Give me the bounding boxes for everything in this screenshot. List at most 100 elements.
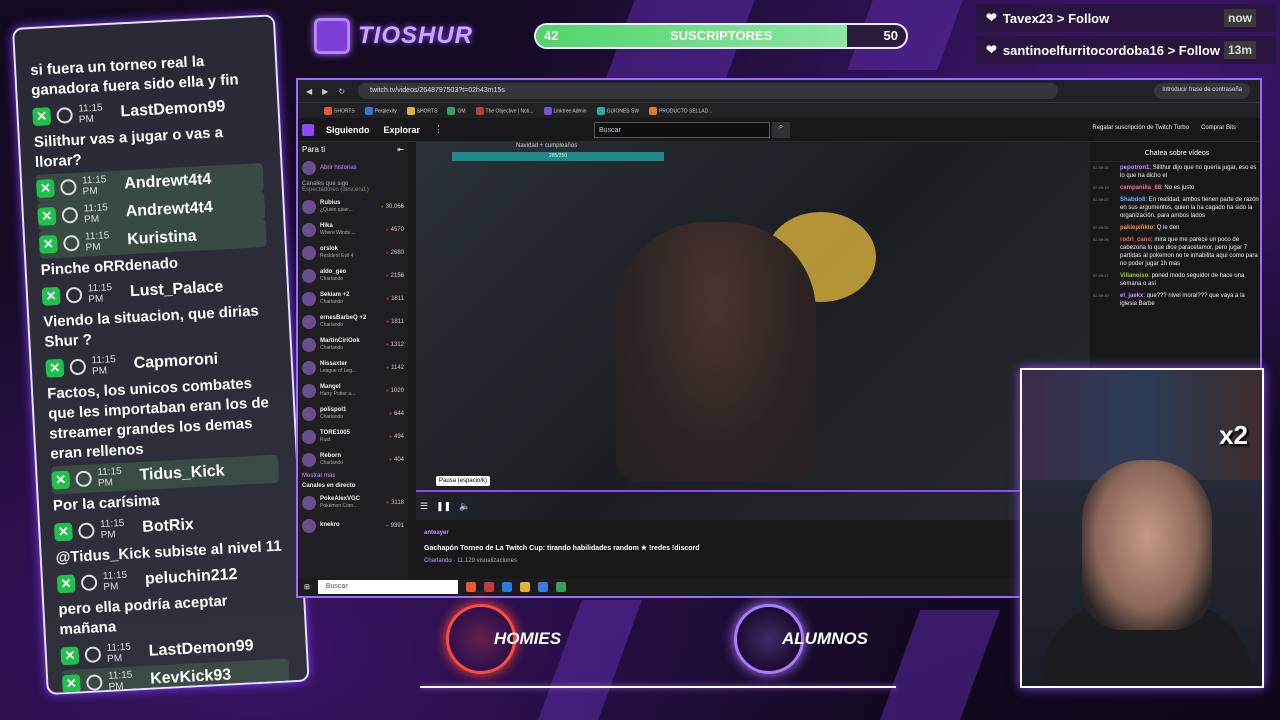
message-user[interactable]: el_jaekx <box>1120 293 1143 299</box>
show-more-link[interactable]: Mostrar más <box>298 471 408 481</box>
streamer-face <box>1082 460 1212 630</box>
windows-icon[interactable]: ⊞ <box>304 583 310 591</box>
user-icon <box>84 646 102 664</box>
vod-chat-message: 02:49:22 Shabdo8: En realidad, ambos tien… <box>1093 197 1259 219</box>
stories-button[interactable]: Abrir historias <box>298 156 408 179</box>
chat-username: Kuristina <box>126 227 197 249</box>
bookmark-item[interactable]: Linktree Admin <box>543 106 587 115</box>
message-user[interactable]: pepotron1 <box>1120 165 1149 171</box>
opera-icon[interactable] <box>483 582 494 592</box>
stream-chat-overlay: si fuera un torneo real la ganadora fuer… <box>12 14 310 696</box>
sidebar-channel[interactable]: NissaxterLeague of Leg... 1142 <box>298 356 408 379</box>
forward-icon[interactable]: ▶ <box>322 87 328 96</box>
sidebar-channel[interactable]: knekro 9391 <box>298 514 408 537</box>
channel-name: PokeAlexVGC <box>320 495 361 502</box>
sidebar-channel[interactable]: TORE1005Rust 494 <box>298 425 408 448</box>
password-prompt[interactable]: Introducir frase de contraseña <box>1154 83 1250 99</box>
user-icon <box>62 234 80 252</box>
bookmark-item[interactable]: GUIONES SW <box>596 106 639 115</box>
channel-avatar <box>302 518 316 533</box>
sidebar-channel[interactable]: polispol1Charlando 644 <box>298 402 408 425</box>
goal-bar: 285/250 <box>452 152 664 161</box>
follow-alert: ❤ Tavex23 > Follow now <box>976 4 1276 32</box>
sub-goal-bar: 42 SUSCRIPTORES 50 <box>534 23 908 49</box>
twitch-logo-icon <box>314 18 350 54</box>
goal-title: Navidad + cumpleaños <box>516 143 578 149</box>
channel-name: Reborn <box>320 452 341 459</box>
sidebar-channel[interactable]: aldo_geoCharlando 2156 <box>298 264 408 287</box>
check-icon: ✕ <box>53 522 73 542</box>
seek-bar[interactable] <box>416 490 1090 492</box>
twitch-logo-icon[interactable] <box>302 123 314 136</box>
chat-username: Capmoroni <box>133 350 219 373</box>
stream-chat-messages: si fuera un torneo real la ganadora fuer… <box>30 47 291 696</box>
bookmark-item[interactable]: GM <box>447 106 466 115</box>
check-icon: ✕ <box>60 646 80 666</box>
message-time: 02:49:30 <box>1093 293 1109 298</box>
chat-time: 11:15 PM <box>81 174 107 198</box>
sidebar-channel[interactable]: PokeAlexVGCPokémon Com... 3118 <box>298 491 408 514</box>
bookmark-item[interactable]: SHORTS <box>324 106 355 115</box>
video-category[interactable]: Charlando <box>424 558 452 564</box>
volume-icon[interactable]: 🔈 <box>459 501 470 512</box>
chat-time: 11:15 PM <box>78 102 103 126</box>
pause-icon[interactable]: ❚❚ <box>436 501 451 512</box>
message-user[interactable]: rodri_cano <box>1120 237 1151 243</box>
user-icon <box>75 470 93 488</box>
chat-time: 11:15 PM <box>83 202 109 226</box>
address-bar[interactable]: twitch.tv/videos/2648797503?t=02h43m15s <box>358 83 1058 99</box>
back-icon[interactable]: ◀ <box>306 87 312 96</box>
channel-avatar <box>302 429 316 444</box>
bookmarks-bar: SHORTS Perplexity SHORTS GM The Objective | … <box>298 102 1260 118</box>
store-icon[interactable] <box>537 582 548 592</box>
sidebar-channel[interactable]: Rubius¿Quién quier... 30.066 <box>298 195 408 218</box>
collapse-icon[interactable]: ⇤ <box>397 145 404 154</box>
message-user[interactable]: Villanoiso <box>1120 273 1148 279</box>
folder-icon[interactable] <box>519 582 530 592</box>
search-icon[interactable]: ⌕ <box>772 122 790 138</box>
live-heading: Canales en directo <box>302 483 356 489</box>
vod-chat-message: 02:49:26 pakiepiñkto: Q le den <box>1093 225 1180 231</box>
message-user[interactable]: Shabdo8 <box>1120 197 1145 203</box>
sidebar-channel[interactable]: RebornCharlando 404 <box>298 448 408 471</box>
message-user[interactable]: pakiepiñkto <box>1120 225 1153 231</box>
sidebar-channel[interactable]: MangelHarry Potter a... 1020 <box>298 379 408 402</box>
bookmark-item[interactable]: The Objective | Noti... <box>475 106 534 115</box>
sidebar-channel[interactable]: HikaWhere Winds ... 4570 <box>298 218 408 241</box>
sidebar-channel[interactable]: orslokResident Evil 4 2680 <box>298 241 408 264</box>
bits-button[interactable]: Comprar Bits <box>1201 125 1236 131</box>
channel-name: ernesBarbeQ +2 <box>320 314 367 321</box>
viewer-count: 9391 <box>386 523 404 529</box>
bookmark-item[interactable]: Perplexity <box>364 106 397 115</box>
reload-icon[interactable]: ↻ <box>338 87 345 96</box>
sidebar-channel[interactable]: Sekiam +2Charlando 1811 <box>298 287 408 310</box>
more-icon[interactable]: ⋮ <box>434 124 443 135</box>
bookmark-item[interactable]: PRODUCTO SELLAD... <box>649 106 712 115</box>
channel-game: ¿Quién quier... <box>320 206 353 213</box>
sidebar-channel[interactable]: MartinCiriOokCharlando 1312 <box>298 333 408 356</box>
search-input[interactable]: Buscar <box>594 122 770 138</box>
brave-icon[interactable] <box>465 582 476 592</box>
channel-name: Sekiam +2 <box>320 291 350 298</box>
sidebar-channel[interactable]: ernesBarbeQ +2Charlando 1811 <box>298 310 408 333</box>
video-views: · 11.129 visualizaciones <box>451 558 517 564</box>
video-player[interactable]: Navidad + cumpleaños 285/250 Pausa (espa… <box>416 142 1090 520</box>
bookmark-icon <box>543 106 552 115</box>
vod-chat-message: 02:49:15 pepotron1: Silithur dijo que no … <box>1093 165 1257 179</box>
channel-game: League of Leg... <box>320 367 357 374</box>
streamer-figure <box>616 222 816 482</box>
check-icon: ✕ <box>45 358 65 378</box>
taskbar-search[interactable]: Buscar <box>317 580 458 594</box>
turbo-link[interactable]: Regalar suscripción de Twitch Turbo <box>1092 125 1189 131</box>
chapters-icon[interactable]: ☰ <box>420 501 428 512</box>
nav-browse[interactable]: Explorar <box>384 125 421 135</box>
message-user[interactable]: campanilla_88 <box>1120 185 1161 191</box>
nav-following[interactable]: Siguiendo <box>326 125 370 135</box>
message-text: No es justo <box>1164 185 1195 191</box>
chrome-icon[interactable] <box>555 582 566 592</box>
vod-chat-messages: 02:49:15 pepotron1: Silithur dijo que no … <box>1090 162 1260 310</box>
edge-icon[interactable] <box>501 582 512 592</box>
bookmark-icon <box>364 106 373 115</box>
browser-toolbar: ◀ ▶ ↻ twitch.tv/videos/2648797503?t=02h43m… <box>298 80 1260 102</box>
bookmark-item[interactable]: SHORTS <box>406 106 437 115</box>
